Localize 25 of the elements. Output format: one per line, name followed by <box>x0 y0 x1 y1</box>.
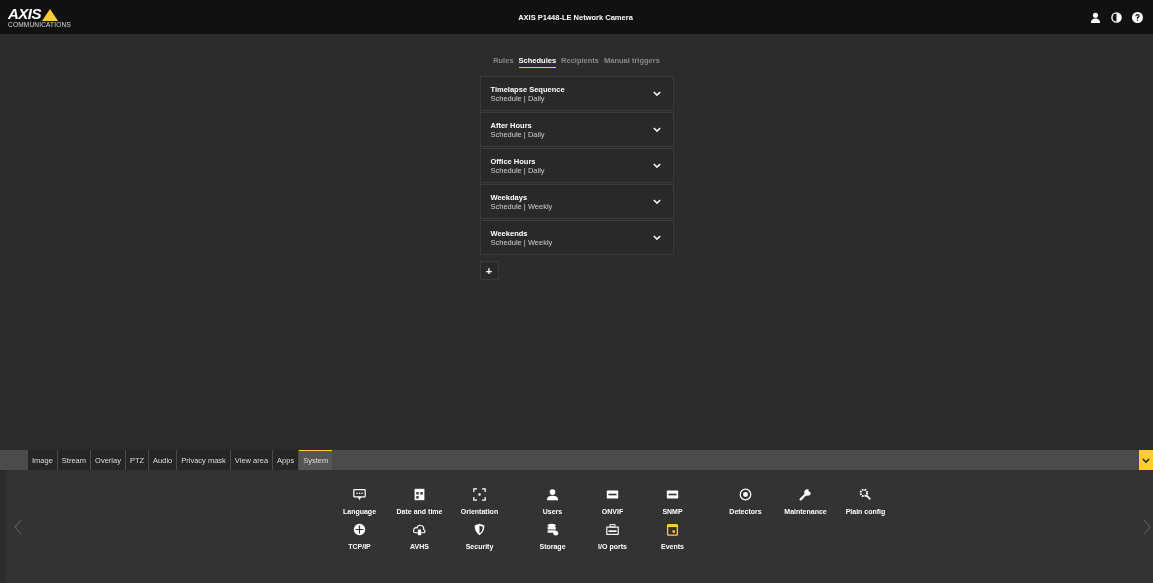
chevron-down-icon[interactable] <box>652 91 661 96</box>
language-icon <box>353 488 366 501</box>
card-icon <box>606 488 619 501</box>
storage-icon <box>546 523 559 536</box>
shield-icon <box>473 523 486 536</box>
logo-text: AXIS <box>8 6 41 21</box>
collapse-button[interactable] <box>1139 450 1153 470</box>
chevron-down-icon[interactable] <box>652 235 661 240</box>
calendar-icon <box>413 488 426 501</box>
add-button[interactable]: + <box>479 261 499 280</box>
target-icon <box>739 488 752 501</box>
cloud-icon <box>413 523 426 536</box>
contrast-icon[interactable] <box>1111 11 1122 23</box>
help-icon[interactable] <box>1132 11 1143 23</box>
wrench-icon <box>799 488 812 501</box>
chevron-down-icon[interactable] <box>652 127 661 132</box>
event-icon <box>666 523 679 536</box>
card-icon <box>666 488 679 501</box>
user-icon <box>546 488 559 501</box>
user-icon[interactable] <box>1090 11 1101 23</box>
chevron-down-icon[interactable] <box>652 199 661 204</box>
chevron-down-icon[interactable] <box>652 163 661 168</box>
chevron-down-icon <box>1142 457 1150 463</box>
orientation-icon <box>473 488 486 501</box>
triangle-logo-icon <box>42 8 58 21</box>
